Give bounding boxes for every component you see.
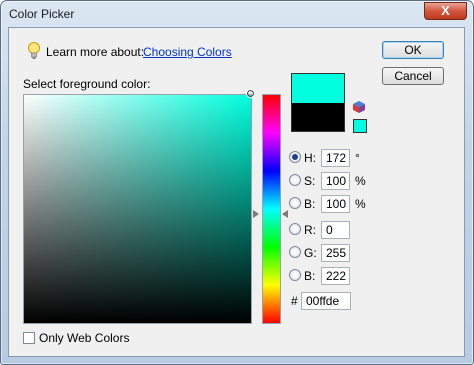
green-radio[interactable]: [289, 246, 301, 258]
lightbulb-icon: [28, 42, 40, 59]
hue-radio[interactable]: [289, 151, 301, 163]
close-button[interactable]: X: [424, 2, 467, 20]
brightness-radio[interactable]: [289, 197, 301, 209]
green-input[interactable]: 255: [321, 244, 350, 262]
brightness-unit: %: [355, 197, 366, 211]
out-of-gamut-cube-icon[interactable]: [352, 100, 366, 114]
saturation-radio[interactable]: [289, 174, 301, 186]
color-field-cursor[interactable]: [246, 89, 255, 98]
cancel-button[interactable]: Cancel: [382, 67, 444, 85]
hue-label: H:: [304, 151, 316, 165]
window-title: Color Picker: [9, 7, 75, 21]
hue-slider[interactable]: [262, 94, 281, 324]
choosing-colors-link[interactable]: Choosing Colors: [143, 45, 232, 59]
blue-label: B:: [304, 269, 316, 283]
red-radio[interactable]: [289, 223, 301, 235]
saturation-input[interactable]: 100: [321, 172, 350, 190]
learn-more-label: Learn more about:: [46, 45, 145, 59]
green-label: G:: [304, 246, 317, 260]
only-web-colors-label: Only Web Colors: [39, 331, 130, 345]
blue-radio[interactable]: [289, 269, 301, 281]
blue-input[interactable]: 222: [321, 267, 350, 285]
red-input[interactable]: 0: [321, 221, 350, 239]
dialog-body: Learn more about: Choosing Colors Select…: [8, 27, 465, 357]
web-safe-color-swatch[interactable]: [353, 119, 367, 133]
new-color-swatch: [291, 73, 345, 103]
ok-button[interactable]: OK: [382, 41, 444, 59]
saturation-unit: %: [355, 174, 366, 188]
hue-input[interactable]: 172: [321, 149, 350, 167]
brightness-label: B:: [304, 197, 316, 211]
hue-slider-right-arrow-icon[interactable]: [282, 210, 288, 218]
color-picker-window: Color Picker X Learn more about: Choosin…: [0, 0, 474, 365]
brightness-input[interactable]: 100: [321, 195, 350, 213]
hue-unit: °: [355, 151, 360, 165]
hue-slider-left-arrow-icon[interactable]: [253, 210, 259, 218]
red-label: R:: [304, 223, 316, 237]
current-color-swatch[interactable]: [291, 103, 345, 132]
saturation-label: S:: [304, 174, 316, 188]
select-foreground-label: Select foreground color:: [23, 77, 151, 91]
color-field[interactable]: [23, 89, 255, 324]
hex-input[interactable]: 00ffde: [301, 292, 351, 310]
title-bar: Color Picker X: [1, 1, 473, 27]
only-web-colors-checkbox[interactable]: [23, 332, 35, 344]
hex-symbol: #: [291, 294, 298, 308]
